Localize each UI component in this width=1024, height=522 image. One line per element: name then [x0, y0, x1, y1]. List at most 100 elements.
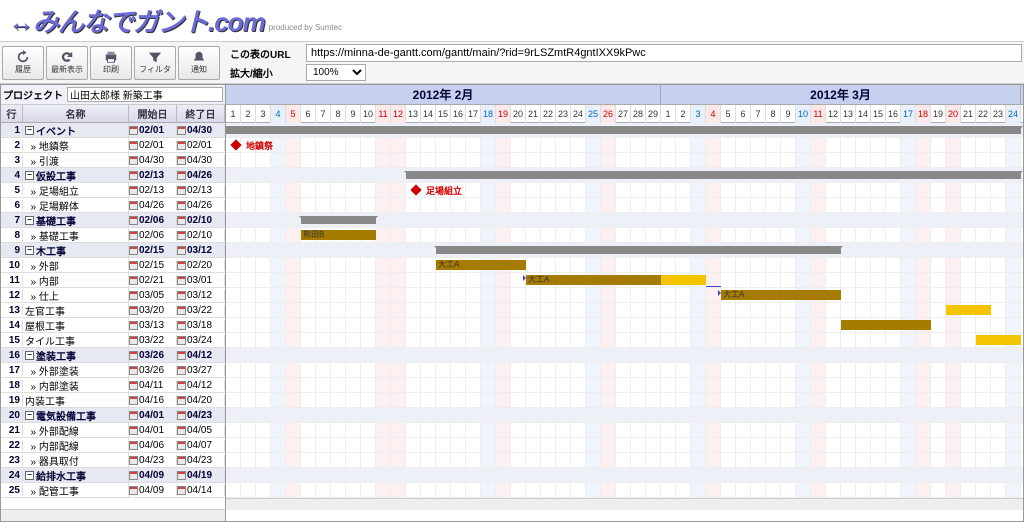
- calendar-icon[interactable]: [177, 411, 186, 420]
- calendar-icon[interactable]: [129, 411, 138, 420]
- calendar-icon[interactable]: [177, 156, 186, 165]
- collapse-icon[interactable]: −: [25, 216, 34, 225]
- calendar-icon[interactable]: [129, 486, 138, 495]
- chart-row[interactable]: [226, 198, 1023, 213]
- right-scroll[interactable]: [226, 498, 1023, 510]
- collapse-icon[interactable]: −: [25, 126, 34, 135]
- task-row[interactable]: 10 » 外部 02/15 02/20: [1, 258, 225, 273]
- calendar-icon[interactable]: [129, 186, 138, 195]
- calendar-icon[interactable]: [177, 231, 186, 240]
- calendar-icon[interactable]: [177, 471, 186, 480]
- gantt-bar[interactable]: [301, 216, 376, 224]
- task-row[interactable]: 8 » 基礎工事 02/06 02/10: [1, 228, 225, 243]
- calendar-icon[interactable]: [177, 261, 186, 270]
- task-row[interactable]: 21 » 外部配線 04/01 04/05: [1, 423, 225, 438]
- milestone-icon[interactable]: [230, 139, 241, 150]
- collapse-icon[interactable]: −: [25, 246, 34, 255]
- notify-button[interactable]: 通知: [178, 46, 220, 80]
- task-row[interactable]: 14 屋根工事 03/13 03/18: [1, 318, 225, 333]
- refresh-button[interactable]: 最新表示: [46, 46, 88, 80]
- chart-row[interactable]: [226, 123, 1023, 138]
- chart-row[interactable]: [226, 438, 1023, 453]
- calendar-icon[interactable]: [129, 141, 138, 150]
- calendar-icon[interactable]: [129, 381, 138, 390]
- calendar-icon[interactable]: [129, 276, 138, 285]
- chart-row[interactable]: [226, 393, 1023, 408]
- task-row[interactable]: 15 タイル工事 03/22 03/24: [1, 333, 225, 348]
- task-row[interactable]: 16 −塗装工事 03/26 04/12: [1, 348, 225, 363]
- chart-row[interactable]: 大工A: [226, 273, 1023, 288]
- gantt-bar-ext[interactable]: [661, 275, 706, 285]
- calendar-icon[interactable]: [129, 216, 138, 225]
- calendar-icon[interactable]: [129, 351, 138, 360]
- gantt-bar[interactable]: [226, 126, 1021, 134]
- calendar-icon[interactable]: [177, 306, 186, 315]
- milestone-icon[interactable]: [410, 184, 421, 195]
- task-row[interactable]: 23 » 器具取付 04/23 04/23: [1, 453, 225, 468]
- gantt-bar[interactable]: [436, 246, 841, 254]
- collapse-icon[interactable]: −: [25, 471, 34, 480]
- calendar-icon[interactable]: [129, 291, 138, 300]
- calendar-icon[interactable]: [177, 276, 186, 285]
- chart-row[interactable]: [226, 168, 1023, 183]
- calendar-icon[interactable]: [129, 456, 138, 465]
- chart-row[interactable]: 地鎮祭: [226, 138, 1023, 153]
- calendar-icon[interactable]: [129, 441, 138, 450]
- zoom-select[interactable]: 100%: [306, 64, 366, 81]
- chart-row[interactable]: [226, 303, 1023, 318]
- gantt-bar[interactable]: [406, 171, 1021, 179]
- print-button[interactable]: 印刷: [90, 46, 132, 80]
- chart-row[interactable]: [226, 348, 1023, 363]
- task-row[interactable]: 6 » 足場解体 04/26 04/26: [1, 198, 225, 213]
- task-row[interactable]: 12 » 仕上 03/05 03/12: [1, 288, 225, 303]
- calendar-icon[interactable]: [129, 321, 138, 330]
- task-row[interactable]: 25 » 配管工事 04/09 04/14: [1, 483, 225, 498]
- task-rows[interactable]: 1 −イベント 02/01 04/302 » 地鎮祭 02/01 02/013 …: [1, 123, 225, 509]
- calendar-icon[interactable]: [177, 486, 186, 495]
- chart-row[interactable]: 熊田B: [226, 228, 1023, 243]
- calendar-icon[interactable]: [129, 426, 138, 435]
- task-row[interactable]: 19 内装工事 04/16 04/20: [1, 393, 225, 408]
- chart-row[interactable]: [226, 333, 1023, 348]
- calendar-icon[interactable]: [129, 336, 138, 345]
- calendar-icon[interactable]: [177, 366, 186, 375]
- chart-row[interactable]: 大工A: [226, 258, 1023, 273]
- chart-row[interactable]: [226, 213, 1023, 228]
- calendar-icon[interactable]: [177, 126, 186, 135]
- calendar-icon[interactable]: [129, 306, 138, 315]
- calendar-icon[interactable]: [177, 426, 186, 435]
- calendar-icon[interactable]: [129, 246, 138, 255]
- calendar-icon[interactable]: [129, 261, 138, 270]
- task-row[interactable]: 3 » 引渡 04/30 04/30: [1, 153, 225, 168]
- project-input[interactable]: [67, 87, 223, 102]
- calendar-icon[interactable]: [129, 231, 138, 240]
- left-scroll[interactable]: [1, 509, 225, 521]
- chart-row[interactable]: [226, 318, 1023, 333]
- calendar-icon[interactable]: [177, 216, 186, 225]
- task-row[interactable]: 11 » 内部 02/21 03/01: [1, 273, 225, 288]
- task-row[interactable]: 4 −仮設工事 02/13 04/26: [1, 168, 225, 183]
- chart-row[interactable]: [226, 153, 1023, 168]
- task-row[interactable]: 13 左官工事 03/20 03/22: [1, 303, 225, 318]
- calendar-icon[interactable]: [129, 201, 138, 210]
- chart-row[interactable]: 足場組立: [226, 183, 1023, 198]
- calendar-icon[interactable]: [177, 441, 186, 450]
- chart-row[interactable]: [226, 378, 1023, 393]
- calendar-icon[interactable]: [177, 336, 186, 345]
- task-row[interactable]: 9 −木工事 02/15 03/12: [1, 243, 225, 258]
- chart-row[interactable]: [226, 483, 1023, 498]
- task-row[interactable]: 22 » 内部配線 04/06 04/07: [1, 438, 225, 453]
- calendar-icon[interactable]: [177, 291, 186, 300]
- collapse-icon[interactable]: −: [25, 411, 34, 420]
- chart-row[interactable]: [226, 423, 1023, 438]
- calendar-icon[interactable]: [177, 201, 186, 210]
- calendar-icon[interactable]: [177, 351, 186, 360]
- collapse-icon[interactable]: −: [25, 171, 34, 180]
- calendar-icon[interactable]: [177, 321, 186, 330]
- chart-row[interactable]: [226, 408, 1023, 423]
- filter-button[interactable]: フィルタ: [134, 46, 176, 80]
- chart-row[interactable]: [226, 243, 1023, 258]
- calendar-icon[interactable]: [177, 186, 186, 195]
- gantt-bar[interactable]: [841, 320, 931, 330]
- task-row[interactable]: 24 −給排水工事 04/09 04/19: [1, 468, 225, 483]
